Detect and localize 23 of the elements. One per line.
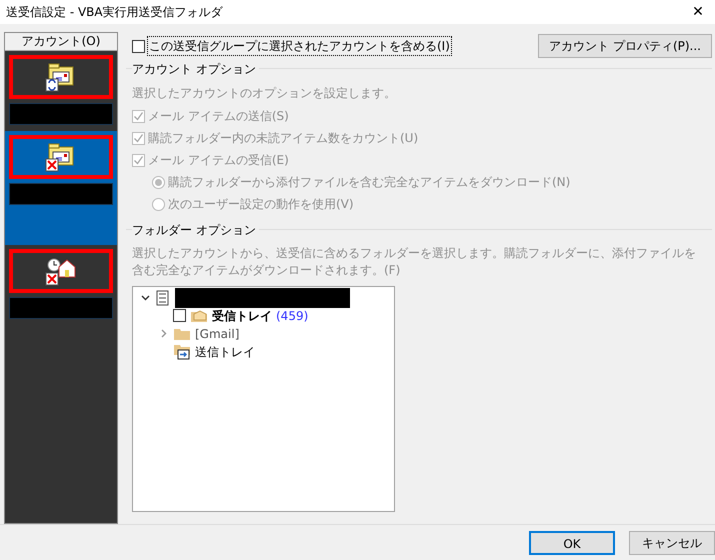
group-title: アカウント オプション (132, 60, 259, 78)
checkbox[interactable] (132, 40, 145, 52)
ok-button[interactable]: OK (529, 531, 615, 555)
description-text: 選択したアカウントから、送受信に含めるフォルダーを選択します。購読フォルダーに、添付ファイルを含む完全なアイテムがダウンロードされます。(F) (132, 245, 697, 280)
checkbox-label[interactable]: この送受信グループに選択されたアカウントを含める(I) (148, 37, 451, 55)
checkbox[interactable] (173, 309, 186, 322)
outbox-icon (173, 344, 191, 360)
group-title: フォルダー オプション (132, 221, 259, 239)
unread-count: (459) (276, 308, 308, 325)
folder-label[interactable]: 受信トレイ (212, 306, 272, 325)
description-text: 選択したアカウントのオプションを設定します。 (132, 85, 397, 102)
folder-label[interactable]: [Gmail] (195, 324, 240, 343)
folder-icon (173, 326, 191, 341)
list-header: アカウント(O) (5, 33, 117, 51)
close-button[interactable]: ✕ (681, 2, 715, 22)
mail-folder-icon (190, 308, 208, 323)
window-title: 送受信設定 - VBA実行用送受信フォルダ (6, 4, 223, 21)
cancel-button[interactable]: キャンセル (629, 531, 715, 555)
folder-label[interactable]: 送信トレイ (195, 342, 255, 361)
server-icon (155, 290, 171, 306)
account-properties-button[interactable]: アカウント プロパティ(P)... (538, 34, 712, 58)
account-item[interactable] (5, 131, 117, 245)
chevron-icon[interactable] (141, 293, 150, 302)
